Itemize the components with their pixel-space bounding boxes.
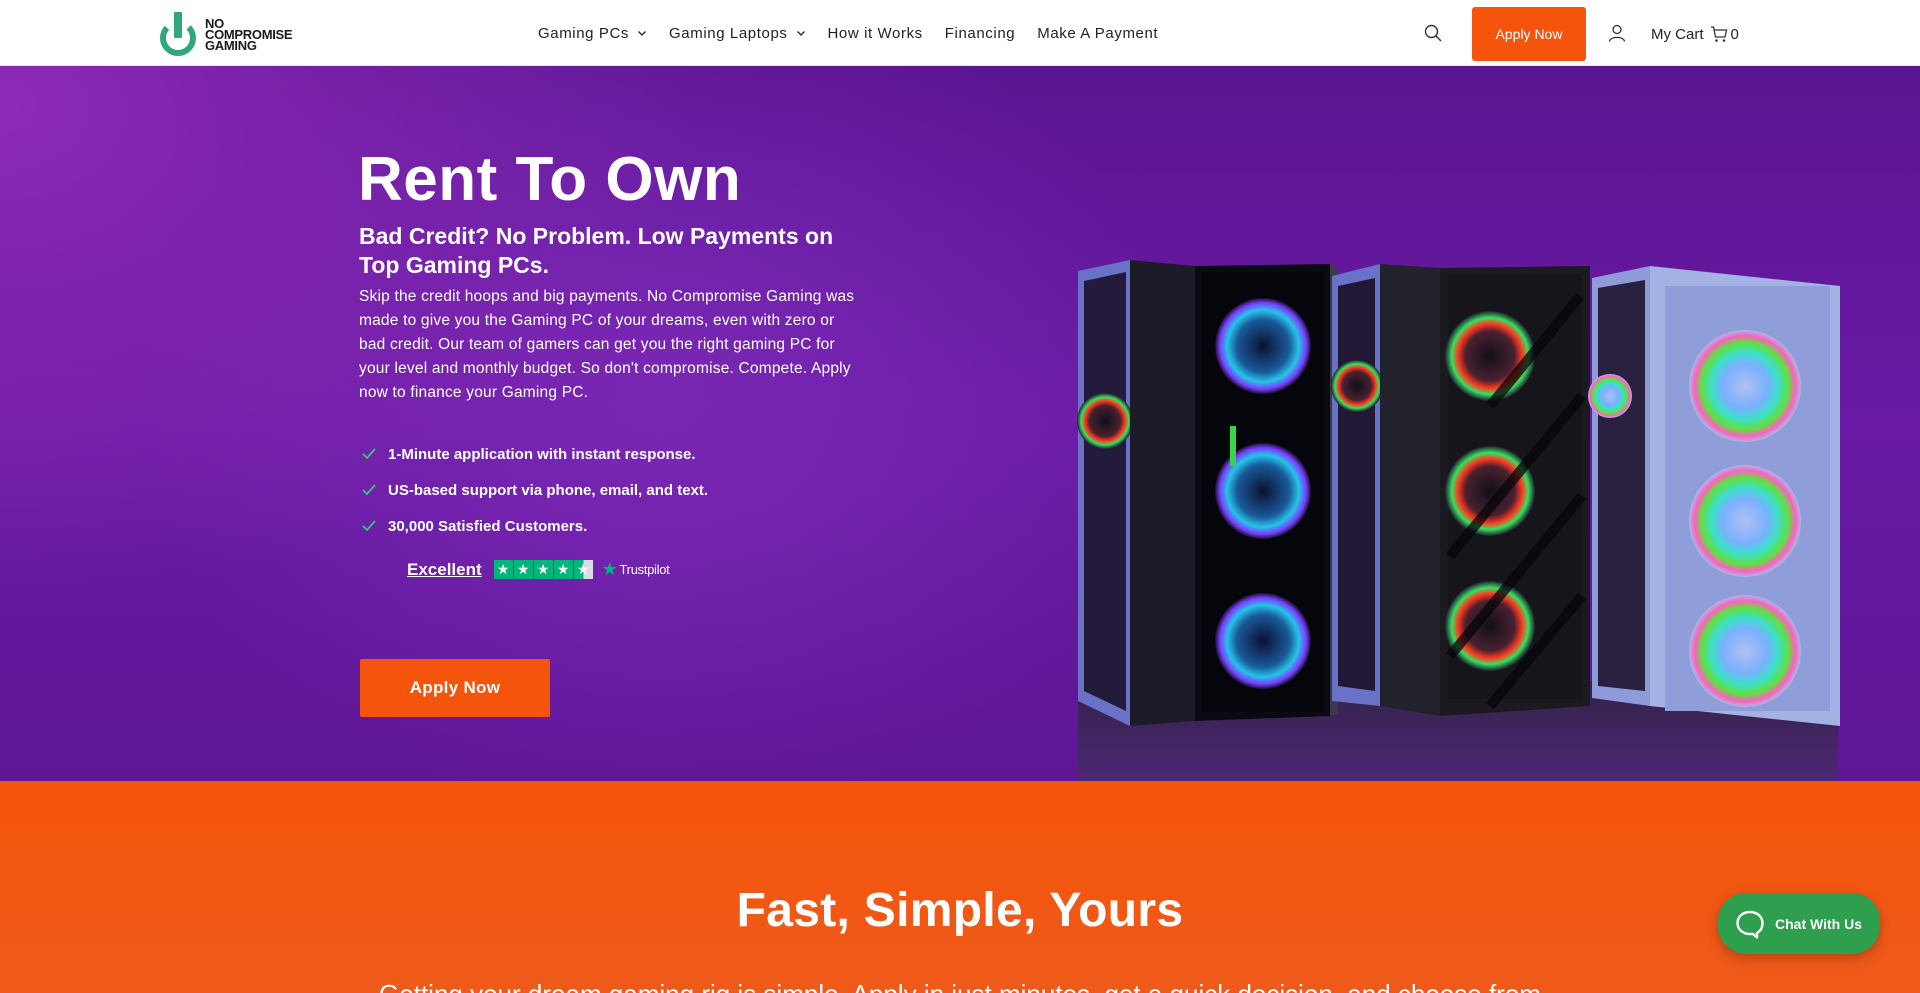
header-apply-now-button[interactable]: Apply Now [1472,7,1586,61]
site-header: NO COMPROMISE GAMING Gaming PCs Gaming L… [0,0,1920,66]
chat-bubble-icon [1736,910,1764,939]
search-icon[interactable] [1424,24,1442,42]
user-icon[interactable] [1608,24,1626,42]
checkmark-icon [362,448,376,460]
star-icon: ★ [533,560,553,579]
feature-item: US-based support via phone, email, and t… [362,472,708,508]
star-icon: ★ [513,560,533,579]
star-icon: ★ [493,560,513,579]
nav-item-label: Gaming Laptops [669,24,788,42]
nav-item-gaming-laptops[interactable]: Gaming Laptops [669,25,805,42]
feature-list: 1-Minute application with instant respon… [362,436,708,544]
hero-subtitle: Bad Credit? No Problem. Low Payments on … [359,223,834,278]
how-it-works-section: Fast, Simple, Yours Getting your dream g… [0,781,1920,993]
trustpilot-brand: Trustpilot [619,562,670,577]
chat-label: Chat With Us [1775,915,1862,932]
nav-item-financing[interactable]: Financing [945,25,1015,42]
cart-icon [1710,26,1727,42]
nav-item-gaming-pcs[interactable]: Gaming PCs [538,25,647,42]
cart-link[interactable]: My Cart 0 [1651,24,1739,44]
trustpilot-widget[interactable]: Excellent ★ ★ ★ ★ ★ ★ Trustpilot [407,559,670,580]
logo-text: NO COMPROMISE GAMING [205,17,293,53]
hero-description: Skip the credit hoops and big payments. … [359,288,855,401]
feature-text: 1-Minute application with instant respon… [388,445,696,463]
checkmark-icon [362,484,376,496]
main-nav: Gaming PCs Gaming Laptops How it Works F… [538,0,1180,66]
trustpilot-stars: ★ ★ ★ ★ ★ [493,560,594,579]
star-icon: ★ [553,560,573,579]
nav-item-label: Make A Payment [1037,24,1159,42]
hero-title: Rent To Own [358,145,742,214]
checkmark-icon [362,520,376,532]
logo-line-3: GAMING [205,37,257,53]
feature-text: US-based support via phone, email, and t… [388,481,709,499]
trustpilot-logo: ★ Trustpilot [602,559,670,580]
nav-item-label: Financing [944,24,1016,42]
power-icon [160,12,196,56]
nav-item-make-a-payment[interactable]: Make A Payment [1037,25,1158,42]
star-half-icon: ★ [573,560,593,579]
cart-count: 0 [1730,25,1739,43]
nav-item-how-it-works[interactable]: How it Works [828,25,923,42]
trustpilot-rating-word: Excellent [407,559,482,579]
feature-item: 30,000 Satisfied Customers. [362,508,708,544]
section-title: Fast, Simple, Yours [736,884,1184,937]
chevron-down-icon [638,31,646,36]
chevron-down-icon [796,31,805,36]
hero-section: Rent To Own Bad Credit? No Problem. Low … [0,66,1920,781]
section-text: Getting your dream gaming rig is simple.… [0,979,1920,993]
hero-apply-now-button[interactable]: Apply Now [360,659,550,717]
nav-item-label: How it Works [827,24,923,42]
feature-item: 1-Minute application with instant respon… [362,436,708,472]
nav-item-label: Gaming PCs [538,24,630,42]
cart-label: My Cart [1651,25,1704,43]
gaming-pc-towers-image [1077,260,1840,781]
feature-text: 30,000 Satisfied Customers. [388,517,588,535]
logo[interactable]: NO COMPROMISE GAMING [158,10,308,58]
chat-with-us-button[interactable]: Chat With Us [1718,893,1880,954]
trustpilot-star-icon: ★ [601,559,618,579]
